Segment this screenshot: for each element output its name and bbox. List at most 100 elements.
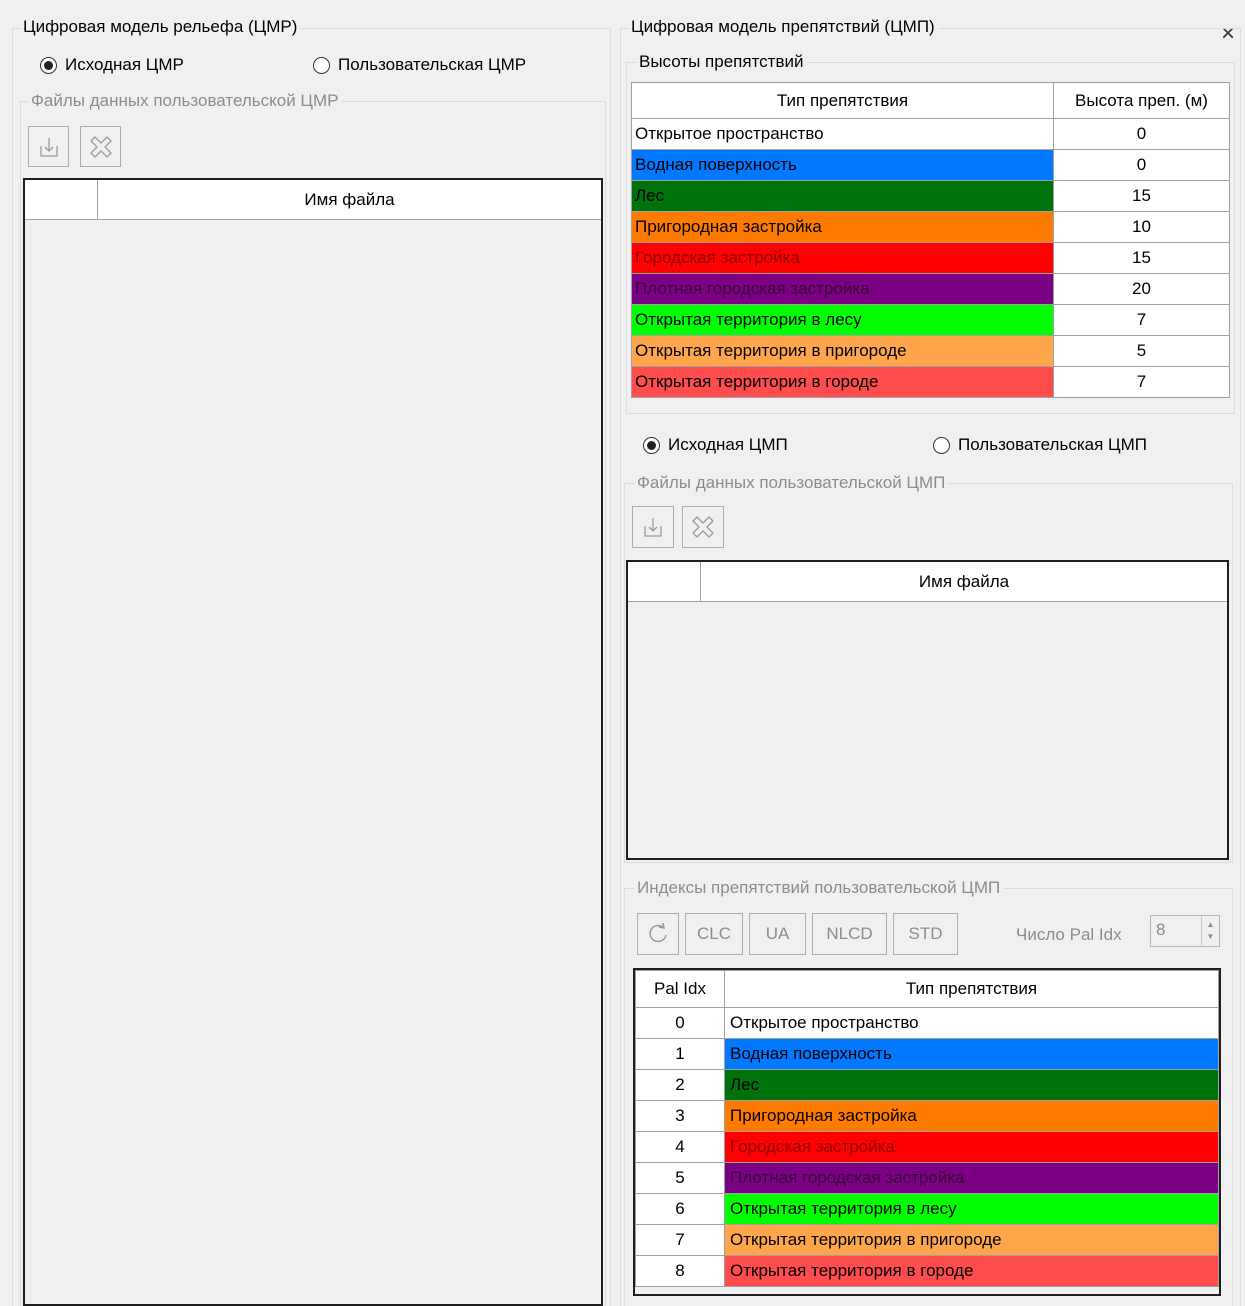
heights-table-wrap: Тип препятствия Высота преп. (м) Открыто… [631,82,1230,398]
pal-cell-type[interactable]: Городская застройка [724,1131,1219,1163]
dem-import-button[interactable] [28,126,69,167]
dom-import-button[interactable] [632,506,674,548]
pal-row[interactable]: 2 Лес [635,1069,1219,1101]
heights-cell-type[interactable]: Открытая территория в городе [631,366,1054,398]
heights-cell-value[interactable]: 5 [1053,335,1230,367]
pal-cell-type[interactable]: Открытая территория в пригороде [724,1224,1219,1256]
pal-cell-type[interactable]: Лес [724,1069,1219,1101]
pal-row[interactable]: 4 Городская застройка [635,1131,1219,1163]
dom-files-grid-header: Имя файла [628,562,1227,602]
pal-cell-type[interactable]: Водная поверхность [724,1038,1219,1070]
dom-files-group-title: Файлы данных пользовательской ЦМП [635,473,949,493]
heights-cell-type[interactable]: Водная поверхность [631,149,1054,181]
pal-cell-idx[interactable]: 8 [635,1255,725,1287]
pal-table-header: Pal Idx Тип препятствия [635,970,1219,1008]
heights-cell-value[interactable]: 0 [1053,149,1230,181]
heights-cell-value[interactable]: 0 [1053,118,1230,150]
dem-radio-user-label: Пользовательская ЦМР [338,55,527,74]
dom-files-grid[interactable]: Имя файла [626,560,1229,860]
import-icon [644,518,662,537]
heights-row[interactable]: Городская застройка 15 [631,242,1230,274]
nlcd-button[interactable]: NLCD [812,913,887,955]
heights-col-type[interactable]: Тип препятствия [631,82,1054,119]
pal-table-wrap: Pal Idx Тип препятствия 0 Открытое простр… [633,968,1221,1296]
pal-cell-type[interactable]: Открытое пространство [724,1007,1219,1039]
dom-delete-button[interactable] [682,506,724,548]
radio-checked-icon [643,436,660,454]
heights-row[interactable]: Открытая территория в лесу 7 [631,304,1230,336]
pal-count-stepper[interactable]: 8 ▲ ▼ [1150,915,1220,947]
heights-cell-value[interactable]: 20 [1053,273,1230,305]
heights-cell-type[interactable]: Открытая территория в пригороде [631,335,1054,367]
import-icon [39,137,58,157]
heights-cell-type[interactable]: Открытая территория в лесу [631,304,1054,336]
pal-row[interactable]: 3 Пригородная застройка [635,1100,1219,1132]
heights-cell-type[interactable]: Пригородная застройка [631,211,1054,243]
pal-row[interactable]: 5 Плотная городская застройка [635,1162,1219,1194]
pal-cell-type[interactable]: Открытая территория в лесу [724,1193,1219,1225]
clc-button[interactable]: CLC [685,913,743,955]
pal-cell-idx[interactable]: 1 [635,1038,725,1070]
pal-row[interactable]: 0 Открытое пространство [635,1007,1219,1039]
idx-group-title: Индексы препятствий пользовательской ЦМП [635,878,1004,898]
heights-row[interactable]: Пригородная застройка 10 [631,211,1230,243]
pal-cell-idx[interactable]: 0 [635,1007,725,1039]
heights-cell-type[interactable]: Городская застройка [631,242,1054,274]
ua-button[interactable]: UA [749,913,806,955]
pal-cell-idx[interactable]: 2 [635,1069,725,1101]
std-button[interactable]: STD [893,913,958,955]
dem-files-grid-header: Имя файла [25,180,601,220]
pal-col-idx[interactable]: Pal Idx [635,970,725,1008]
heights-cell-value[interactable]: 7 [1053,304,1230,336]
dem-delete-button[interactable] [80,126,121,167]
radio-unchecked-icon [933,436,950,454]
pal-row[interactable]: 1 Водная поверхность [635,1038,1219,1070]
pal-row[interactable]: 6 Открытая территория в лесу [635,1193,1219,1225]
pal-row[interactable]: 8 Открытая территория в городе [635,1255,1219,1287]
dem-files-grid[interactable]: Имя файла [23,178,603,1306]
dem-radio-user[interactable]: Пользовательская ЦМР [313,55,526,75]
dom-group-title: Цифровая модель препятствий (ЦМП) [629,17,938,37]
pal-cell-idx[interactable]: 4 [635,1131,725,1163]
dom-radio-source[interactable]: Исходная ЦМП [643,435,788,455]
heights-cell-value[interactable]: 15 [1053,242,1230,274]
heights-row[interactable]: Плотная городская застройка 20 [631,273,1230,305]
radio-unchecked-icon [313,56,330,74]
heights-cell-value[interactable]: 10 [1053,211,1230,243]
stepper-arrows-icon[interactable]: ▲ ▼ [1201,916,1219,946]
pal-cell-idx[interactable]: 6 [635,1193,725,1225]
dom-radio-user[interactable]: Пользовательская ЦМП [933,435,1147,455]
dem-radio-source-label: Исходная ЦМР [65,55,184,74]
heights-cell-value[interactable]: 15 [1053,180,1230,212]
heights-cell-type[interactable]: Открытое пространство [631,118,1054,150]
pal-col-type[interactable]: Тип препятствия [724,970,1219,1008]
dem-files-group-title: Файлы данных пользовательской ЦМР [29,91,342,111]
heights-row[interactable]: Открытая территория в пригороде 5 [631,335,1230,367]
dom-radio-source-label: Исходная ЦМП [668,435,788,454]
refresh-button[interactable] [637,913,679,955]
row-header-cell [25,180,98,219]
pal-cell-type[interactable]: Открытая территория в городе [724,1255,1219,1287]
pal-cell-type[interactable]: Плотная городская застройка [724,1162,1219,1194]
heights-row[interactable]: Лес 15 [631,180,1230,212]
pal-count-label: Число Pal Idx [1016,925,1122,944]
pal-cell-type[interactable]: Пригородная застройка [724,1100,1219,1132]
heights-table-header: Тип препятствия Высота преп. (м) [631,82,1230,119]
heights-row[interactable]: Открытая территория в городе 7 [631,366,1230,398]
heights-col-height[interactable]: Высота преп. (м) [1053,82,1230,119]
heights-row[interactable]: Открытое пространство 0 [631,118,1230,150]
heights-table: Тип препятствия Высота преп. (м) Открыто… [631,82,1230,398]
pal-cell-idx[interactable]: 3 [635,1100,725,1132]
dem-group-title: Цифровая модель рельефа (ЦМР) [21,17,301,37]
dem-radio-source[interactable]: Исходная ЦМР [40,55,184,75]
pal-cell-idx[interactable]: 7 [635,1224,725,1256]
pal-cell-idx[interactable]: 5 [635,1162,725,1194]
dom-files-col-header[interactable]: Имя файла [701,562,1227,601]
pal-row[interactable]: 7 Открытая территория в пригороде [635,1224,1219,1256]
heights-row[interactable]: Водная поверхность 0 [631,149,1230,181]
dem-files-col-header[interactable]: Имя файла [98,180,601,219]
heights-cell-type[interactable]: Плотная городская застройка [631,273,1054,305]
heights-cell-value[interactable]: 7 [1053,366,1230,398]
pal-count-value: 8 [1156,920,1166,939]
heights-cell-type[interactable]: Лес [631,180,1054,212]
